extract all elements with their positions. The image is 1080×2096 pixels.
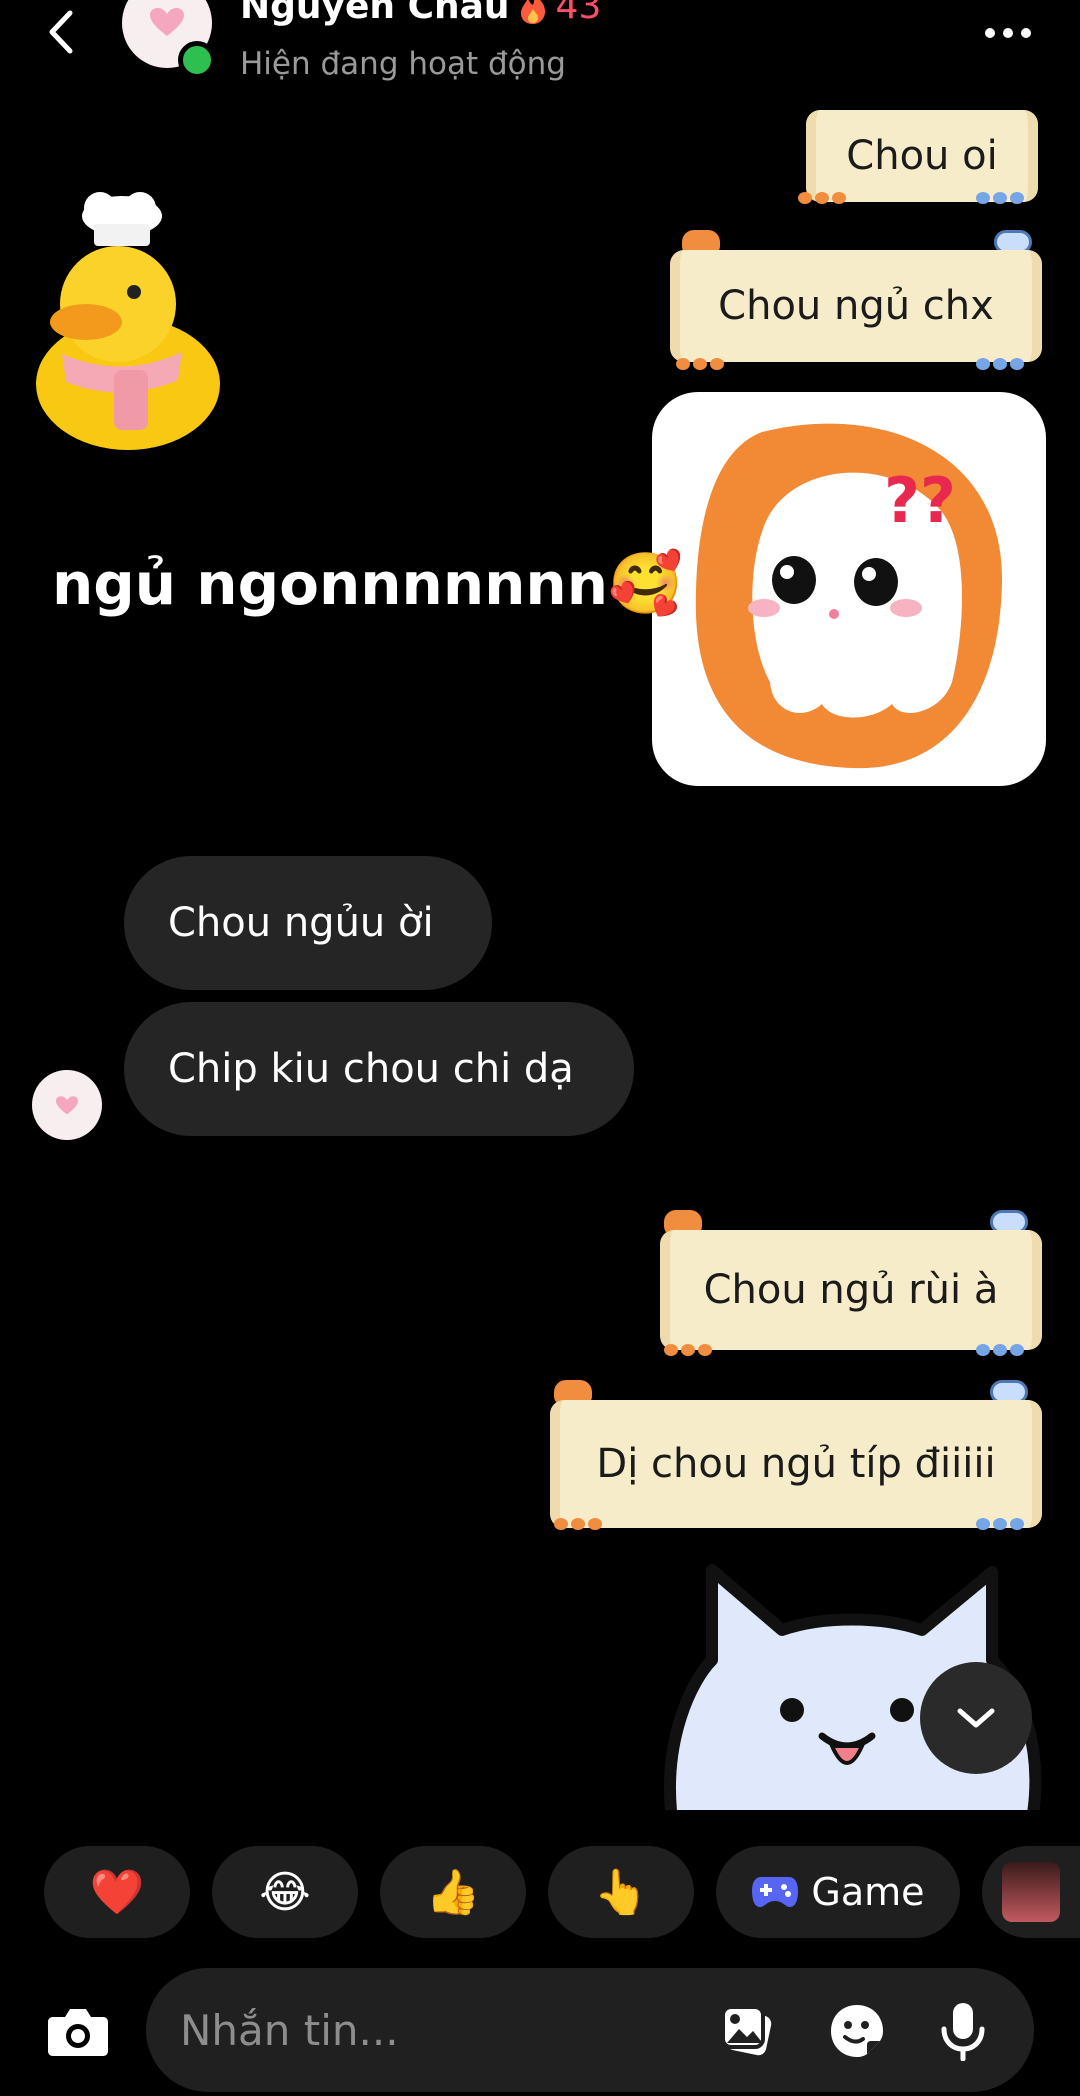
ghost-sticker-graphic: ?? — [695, 423, 1003, 769]
more-options-button[interactable] — [968, 8, 1048, 58]
heart-avatar-icon — [150, 8, 184, 36]
smiling-hearts-emoji: 🥰 — [607, 549, 683, 619]
fire-icon — [520, 0, 545, 24]
scroll-to-bottom-button[interactable] — [920, 1662, 1032, 1774]
received-message-bubble[interactable]: Chip kiu chou chi dạ — [124, 1002, 634, 1136]
message-text: Dị chou ngủ típ điiiii — [596, 1441, 996, 1487]
message-text: ngủ ngonnnnnnn — [52, 549, 608, 618]
duck-chef-sticker[interactable] — [22, 184, 228, 454]
more-dot — [1003, 28, 1013, 38]
message-text: Chip kiu chou chi dạ — [168, 1046, 574, 1092]
more-dot — [985, 28, 995, 38]
sticker-button[interactable] — [822, 1996, 892, 2066]
streak-count: 43 — [555, 0, 602, 27]
heart-avatar-icon — [56, 1096, 78, 1115]
message-text: Chou ngủ rùi à — [703, 1267, 999, 1313]
message-input-placeholder: Nhắn tin... — [180, 2006, 399, 2055]
message-text: Chou ngủu ời — [168, 900, 434, 946]
paw-decoration — [554, 1518, 602, 1530]
back-button[interactable] — [36, 2, 86, 62]
message-input[interactable]: Nhắn tin... — [146, 1968, 1034, 2092]
sent-note-message[interactable]: Chou oi — [806, 110, 1038, 202]
gallery-icon — [721, 2005, 772, 2056]
message-text: Chou ngủ chx — [718, 283, 994, 329]
chevron-left-icon — [49, 10, 73, 54]
confused-ghost-sticker[interactable]: ?? — [652, 392, 1046, 786]
sticker-thumbnail — [1002, 1862, 1060, 1922]
gallery-button[interactable] — [712, 1996, 782, 2066]
paw-decoration — [798, 192, 846, 204]
sender-avatar[interactable] — [32, 1070, 102, 1140]
active-status: Hiện đang hoạt động — [240, 46, 566, 82]
quick-react-thumbs-up[interactable]: 👍 — [380, 1846, 526, 1938]
contact-name-row[interactable]: Nguyễn Châu 43 — [240, 0, 601, 27]
game-button[interactable]: Game — [716, 1846, 960, 1938]
camera-button[interactable] — [40, 1996, 116, 2066]
quick-react-heart[interactable]: ❤️ — [44, 1846, 190, 1938]
paw-decoration — [976, 1518, 1024, 1530]
paw-decoration — [676, 358, 724, 370]
game-label: Game — [811, 1870, 925, 1914]
chevron-down-icon — [957, 1708, 995, 1728]
more-dot — [1021, 28, 1031, 38]
svg-text:??: ?? — [884, 464, 956, 537]
contact-name: Nguyễn Châu — [240, 0, 510, 27]
paw-decoration — [976, 1344, 1024, 1356]
sent-note-message[interactable]: Chou ngủ chx — [670, 250, 1042, 362]
microphone-icon — [941, 2003, 985, 2061]
quick-react-sticker[interactable] — [982, 1846, 1080, 1938]
paw-decoration — [664, 1344, 712, 1356]
microphone-button[interactable] — [928, 1996, 998, 2066]
paw-decoration — [976, 192, 1024, 204]
sent-note-message[interactable]: Chou ngủ rùi à — [660, 1230, 1042, 1350]
received-message-bubble[interactable]: Chou ngủu ời — [124, 856, 492, 990]
online-status-dot — [178, 41, 216, 79]
thumbs-up-icon: 👍 — [425, 1867, 481, 1918]
message-text: Chou oi — [846, 133, 998, 179]
heart-icon: ❤️ — [89, 1867, 145, 1918]
quick-react-point-up[interactable]: 👆 — [548, 1846, 694, 1938]
large-text-message[interactable]: ngủ ngonnnnnnn 🥰 — [52, 548, 683, 619]
pointing-up-icon: 👆 — [593, 1867, 649, 1918]
gamepad-icon — [752, 1877, 799, 1907]
camera-icon — [48, 2009, 108, 2056]
paw-decoration — [976, 358, 1024, 370]
sticker-icon — [831, 2005, 883, 2057]
sent-note-message[interactable]: Dị chou ngủ típ điiiii — [550, 1400, 1042, 1528]
laughing-face-icon: 😂 — [259, 1866, 311, 1918]
quick-react-laugh[interactable]: 😂 — [212, 1846, 358, 1938]
duck-sticker-graphic — [36, 192, 220, 450]
